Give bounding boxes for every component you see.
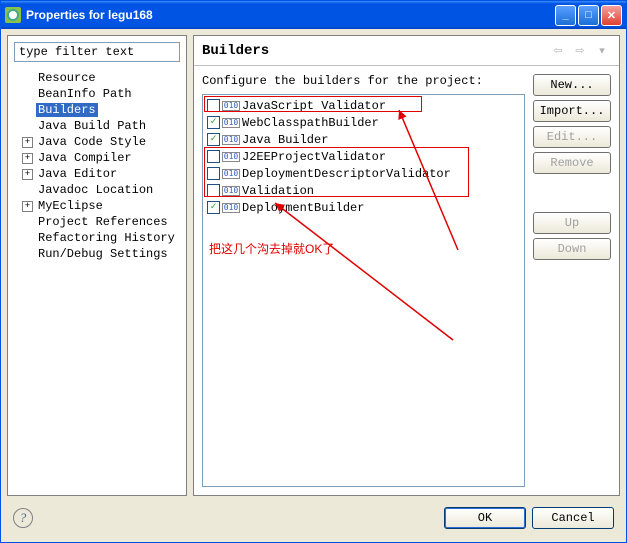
builder-row[interactable]: 010DeploymentBuilder [205, 199, 522, 216]
builder-checkbox[interactable] [207, 167, 220, 180]
tree-item-label: Java Editor [36, 167, 119, 181]
builder-label: DeploymentDescriptorValidator [242, 167, 451, 181]
client-area: Resource BeanInfo Path Builders Java Build … [1, 29, 626, 542]
builder-icon: 010 [223, 115, 239, 131]
close-button[interactable]: ✕ [601, 5, 622, 26]
builder-row[interactable]: 010J2EEProjectValidator [205, 148, 522, 165]
tree-item-label: BeanInfo Path [36, 87, 134, 101]
tree-item[interactable]: Java Build Path [12, 118, 182, 134]
up-button[interactable]: Up [533, 212, 611, 234]
builder-row[interactable]: 010DeploymentDescriptorValidator [205, 165, 522, 182]
tree-item[interactable]: Project References [12, 214, 182, 230]
builder-icon: 010 [223, 166, 239, 182]
tree-item-label: Run/Debug Settings [36, 247, 170, 261]
tree-item[interactable]: Builders [12, 102, 182, 118]
tree-item-label: Java Compiler [36, 151, 134, 165]
tree-item[interactable]: Javadoc Location [12, 182, 182, 198]
footer: ? OK Cancel [7, 500, 620, 536]
builder-row[interactable]: 010Validation [205, 182, 522, 199]
tree-item-label: Java Build Path [36, 119, 148, 133]
nav-pane: Resource BeanInfo Path Builders Java Build … [7, 35, 187, 496]
builder-icon: 010 [223, 183, 239, 199]
builder-label: DeploymentBuilder [242, 201, 364, 215]
builder-label: Validation [242, 184, 314, 198]
button-column: New... Import... Edit... Remove Up Down [533, 74, 611, 487]
tree-item-label: Refactoring History [36, 231, 177, 245]
titlebar[interactable]: Properties for legu168 _ □ ✕ [1, 1, 626, 29]
tree-item[interactable]: Resource [12, 70, 182, 86]
tree-item-label: Java Code Style [36, 135, 148, 149]
tree-item-label: MyEclipse [36, 199, 105, 213]
builders-list[interactable]: 把这几个沟去掉就OK了 010JavaScript Validator010We… [202, 94, 525, 487]
dropdown-icon[interactable]: ▾ [593, 42, 611, 60]
builder-icon: 010 [223, 132, 239, 148]
cancel-button[interactable]: Cancel [532, 507, 614, 529]
annotation-text: 把这几个沟去掉就OK了 [209, 240, 334, 257]
window-title: Properties for legu168 [26, 8, 555, 22]
page-title: Builders [202, 43, 545, 59]
tree-item-label: Project References [36, 215, 170, 229]
filter-input[interactable] [14, 42, 180, 62]
builder-checkbox[interactable] [207, 201, 220, 214]
remove-button[interactable]: Remove [533, 152, 611, 174]
new-button[interactable]: New... [533, 74, 611, 96]
import-button[interactable]: Import... [533, 100, 611, 122]
page-pane: Builders ⇦ ⇨ ▾ Configure the builders fo… [193, 35, 620, 496]
tree-item[interactable]: +MyEclipse [12, 198, 182, 214]
down-button[interactable]: Down [533, 238, 611, 260]
builder-label: Java Builder [242, 133, 328, 147]
minimize-button[interactable]: _ [555, 5, 576, 26]
back-icon[interactable]: ⇦ [549, 42, 567, 60]
expander-icon[interactable]: + [22, 153, 33, 164]
expander-icon[interactable]: + [22, 169, 33, 180]
builder-row[interactable]: 010WebClasspathBuilder [205, 114, 522, 131]
maximize-button[interactable]: □ [578, 5, 599, 26]
page-header: Builders ⇦ ⇨ ▾ [194, 36, 619, 66]
expander-icon[interactable]: + [22, 137, 33, 148]
builder-icon: 010 [223, 149, 239, 165]
builder-checkbox[interactable] [207, 116, 220, 129]
builder-label: J2EEProjectValidator [242, 150, 386, 164]
builder-checkbox[interactable] [207, 99, 220, 112]
help-button[interactable]: ? [13, 508, 33, 528]
tree-item[interactable]: +Java Code Style [12, 134, 182, 150]
builder-checkbox[interactable] [207, 133, 220, 146]
builder-label: WebClasspathBuilder [242, 116, 379, 130]
builder-icon: 010 [223, 98, 239, 114]
tree-item-label: Resource [36, 71, 98, 85]
builder-icon: 010 [223, 200, 239, 216]
builder-checkbox[interactable] [207, 150, 220, 163]
tree-item[interactable]: BeanInfo Path [12, 86, 182, 102]
builder-checkbox[interactable] [207, 184, 220, 197]
tree-item[interactable]: Run/Debug Settings [12, 246, 182, 262]
ok-button[interactable]: OK [444, 507, 526, 529]
builder-row[interactable]: 010JavaScript Validator [205, 97, 522, 114]
tree-item[interactable]: +Java Editor [12, 166, 182, 182]
builder-label: JavaScript Validator [242, 99, 386, 113]
tree-item[interactable]: Refactoring History [12, 230, 182, 246]
nav-tree[interactable]: Resource BeanInfo Path Builders Java Build … [8, 68, 186, 495]
edit-button[interactable]: Edit... [533, 126, 611, 148]
forward-icon[interactable]: ⇨ [571, 42, 589, 60]
tree-item-label: Builders [36, 103, 98, 117]
tree-item[interactable]: +Java Compiler [12, 150, 182, 166]
builder-row[interactable]: 010Java Builder [205, 131, 522, 148]
expander-icon[interactable]: + [22, 201, 33, 212]
properties-window: Properties for legu168 _ □ ✕ Resource Bea… [0, 0, 627, 543]
page-subtitle: Configure the builders for the project: [202, 74, 525, 88]
tree-item-label: Javadoc Location [36, 183, 155, 197]
app-icon [5, 7, 21, 23]
